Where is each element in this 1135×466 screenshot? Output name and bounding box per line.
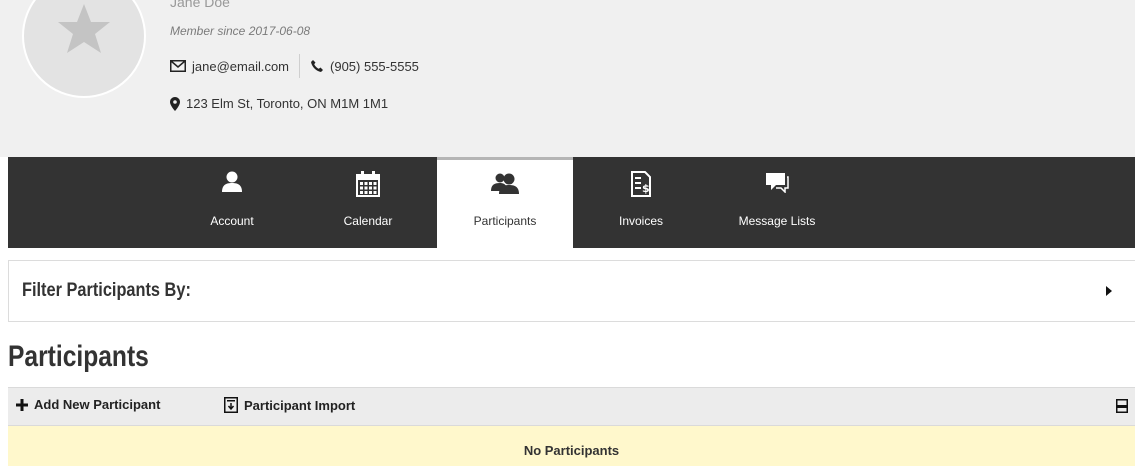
- email-text: jane@email.com: [192, 58, 290, 74]
- map-marker-icon: [170, 96, 180, 111]
- envelope-icon: [170, 60, 186, 72]
- tab-calendar-label: Calendar: [343, 214, 393, 228]
- caret-right-icon[interactable]: [1106, 286, 1112, 296]
- tab-invoices[interactable]: $ Invoices: [573, 157, 709, 248]
- tab-message-lists[interactable]: Message Lists: [709, 157, 845, 248]
- tab-participants[interactable]: Participants: [437, 157, 573, 248]
- star-icon: [58, 4, 110, 53]
- tab-account-label: Account: [210, 214, 254, 228]
- import-file-icon: [224, 397, 238, 413]
- calendar-icon: [356, 171, 380, 197]
- participants-icon: [491, 173, 519, 194]
- address-text: 123 Elm St, Toronto, ON M1M 1M1: [186, 96, 389, 111]
- tab-participants-label: Participants: [473, 214, 537, 228]
- page-title: Participants: [8, 340, 149, 373]
- email-link[interactable]: jane@email.com: [170, 54, 301, 78]
- main-tab-bar: Account Calendar Participants $ Invoices…: [8, 157, 1135, 248]
- participant-import-label: Participant Import: [244, 397, 356, 413]
- filter-title: Filter Participants By:: [22, 280, 191, 301]
- phone-icon: [311, 60, 324, 72]
- user-icon: [222, 171, 242, 192]
- participants-toolbar: Add New Participant Participant Import: [8, 387, 1135, 426]
- participant-import-button[interactable]: Participant Import: [224, 397, 355, 413]
- empty-state-banner: No Participants: [8, 426, 1135, 466]
- profile-header: Jane Doe Member since 2017-06-08 jane@em…: [0, 0, 1135, 157]
- filter-panel[interactable]: Filter Participants By:: [8, 260, 1135, 322]
- message-icon: [766, 173, 789, 193]
- svg-text:$: $: [642, 182, 650, 195]
- phone-text: (905) 555-5555: [330, 58, 419, 74]
- add-participant-button[interactable]: Add New Participant: [16, 397, 160, 412]
- plus-icon: [16, 398, 28, 411]
- add-participant-label: Add New Participant: [34, 397, 161, 412]
- profile-name: Jane Doe: [170, 0, 230, 8]
- tab-invoices-label: Invoices: [618, 214, 664, 228]
- phone-link[interactable]: (905) 555-5555: [300, 59, 419, 74]
- print-icon[interactable]: [1116, 399, 1128, 413]
- contact-row: jane@email.com (905) 555-5555: [170, 54, 419, 78]
- tab-calendar[interactable]: Calendar: [300, 157, 436, 248]
- invoice-icon: $: [631, 171, 651, 197]
- tab-message-lists-label: Message Lists: [738, 214, 816, 228]
- address-row: 123 Elm St, Toronto, ON M1M 1M1: [170, 96, 388, 111]
- tab-account[interactable]: Account: [164, 157, 300, 248]
- member-since: Member since 2017-06-08: [170, 24, 311, 38]
- avatar: [22, 0, 146, 98]
